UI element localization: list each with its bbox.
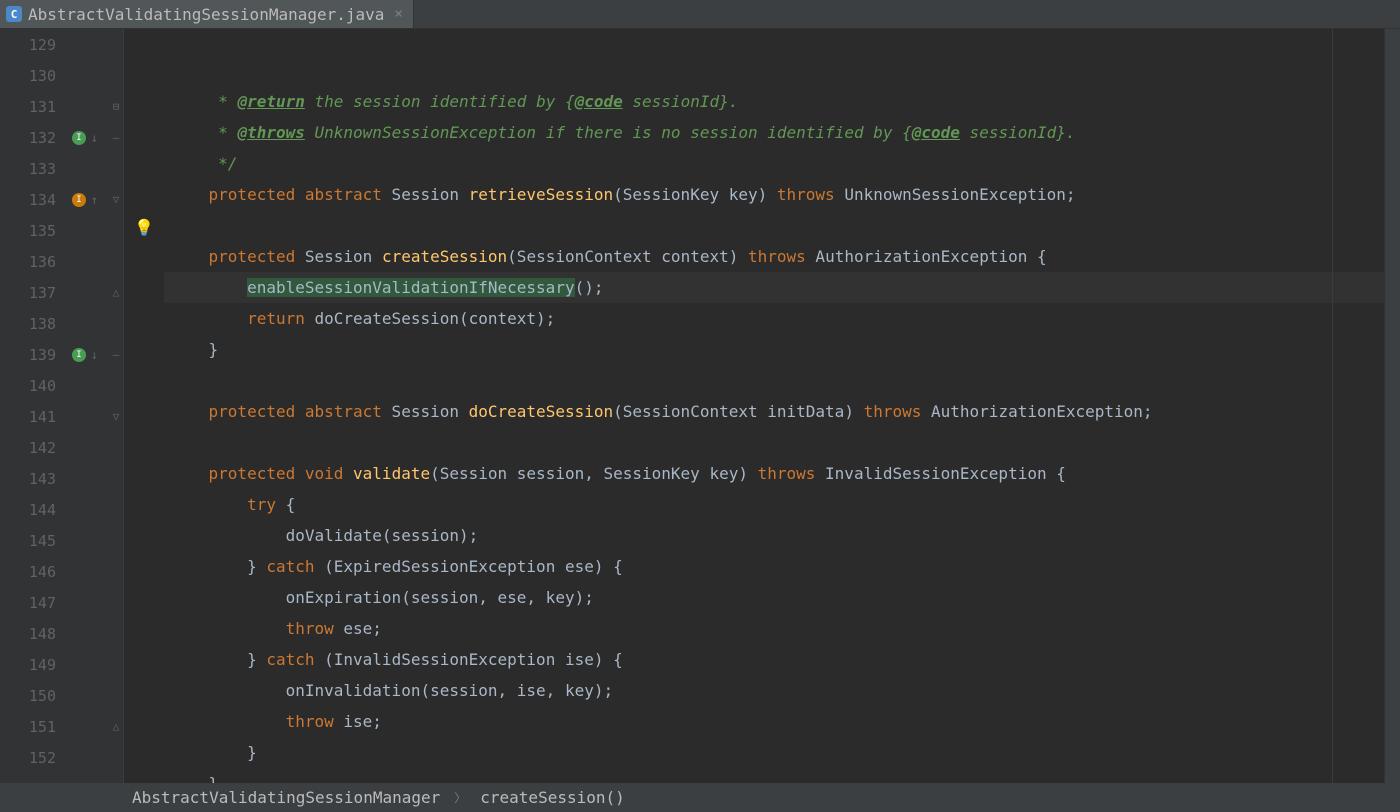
close-icon[interactable]: × [394,6,402,22]
code-line[interactable]: protected abstract Session retrieveSessi… [164,179,1384,210]
code-line[interactable]: doValidate(session); [164,520,1384,551]
code-line[interactable]: } [164,334,1384,365]
breadcrumb-bar: AbstractValidatingSessionManager 〉 creat… [0,783,1400,812]
code-line[interactable]: throw ise; [164,706,1384,737]
line-number[interactable]: 151 [0,711,108,742]
line-number[interactable]: 140 [0,370,108,401]
breadcrumb-class[interactable]: AbstractValidatingSessionManager [132,788,440,807]
code-line[interactable]: protected Session createSession(SessionC… [164,241,1384,272]
breadcrumb-method[interactable]: createSession() [480,788,625,807]
line-number[interactable]: 146 [0,556,108,587]
intention-bulb-icon[interactable]: 💡 [134,218,154,237]
line-number[interactable]: 139I↓ [0,339,108,370]
class-file-icon: C [6,6,22,22]
tab-filename: AbstractValidatingSessionManager.java [28,5,384,24]
code-line[interactable]: onInvalidation(session, ise, key); [164,675,1384,706]
line-number[interactable]: 144 [0,494,108,525]
right-margin-line [1332,29,1333,783]
code-line[interactable]: * @throws UnknownSessionException if the… [164,117,1384,148]
code-line[interactable]: onExpiration(session, ese, key); [164,582,1384,613]
override-marker-icon[interactable]: I [72,131,86,145]
line-number[interactable]: 148 [0,618,108,649]
code-line[interactable]: protected abstract Session doCreateSessi… [164,396,1384,427]
code-line[interactable]: return doCreateSession(context); [164,303,1384,334]
line-number-gutter[interactable]: 129130131132I↓133134I↑135136137138139I↓1… [0,29,108,783]
line-number[interactable]: 133 [0,153,108,184]
fold-toggle-icon[interactable]: ⊟ [110,100,122,113]
line-number[interactable]: 141 [0,401,108,432]
fold-toggle-icon[interactable]: — [110,131,122,144]
fold-column[interactable]: ⊟ — ▽ △ — ▽ △ [108,29,124,783]
code-line[interactable]: protected void validate(Session session,… [164,458,1384,489]
chevron-right-icon: 〉 [454,789,466,806]
code-line[interactable]: } catch (InvalidSessionException ise) { [164,644,1384,675]
editor-tab[interactable]: C AbstractValidatingSessionManager.java … [0,0,414,28]
line-number[interactable]: 130 [0,60,108,91]
code-line[interactable]: } [164,768,1384,783]
arrow-icon: ↓ [91,348,98,362]
fold-toggle-icon[interactable]: ▽ [110,193,122,206]
fold-toggle-icon[interactable]: △ [110,286,122,299]
fold-toggle-icon[interactable]: ▽ [110,410,122,423]
line-number[interactable]: 150 [0,680,108,711]
line-number[interactable]: 152 [0,742,108,773]
code-line[interactable]: */ [164,148,1384,179]
editor: 129130131132I↓133134I↑135136137138139I↓1… [0,29,1400,783]
line-number[interactable]: 138 [0,308,108,339]
code-line[interactable]: throw ese; [164,613,1384,644]
line-number[interactable]: 136 [0,246,108,277]
fold-toggle-icon[interactable]: — [110,348,122,361]
code-line[interactable] [164,210,1384,241]
arrow-icon: ↓ [91,131,98,145]
line-number[interactable]: 143 [0,463,108,494]
arrow-icon: ↑ [91,193,98,207]
intention-column: 💡 [124,29,164,783]
code-line[interactable]: * @return the session identified by {@co… [164,86,1384,117]
code-area[interactable]: * @return the session identified by {@co… [164,29,1384,783]
line-number[interactable]: 137 [0,277,108,308]
line-number[interactable]: 147 [0,587,108,618]
error-stripe[interactable] [1384,29,1400,783]
override-marker-icon[interactable]: I [72,348,86,362]
tab-bar: C AbstractValidatingSessionManager.java … [0,0,1400,29]
line-number[interactable]: 149 [0,649,108,680]
selected-text: enableSessionValidationIfNecessary [247,278,575,297]
line-number[interactable]: 145 [0,525,108,556]
code-line[interactable] [164,365,1384,396]
code-line[interactable]: enableSessionValidationIfNecessary(); [164,272,1384,303]
override-marker-icon[interactable]: I [72,193,86,207]
line-number[interactable]: 129 [0,29,108,60]
line-number[interactable]: 131 [0,91,108,122]
line-number[interactable]: 134I↑ [0,184,108,215]
line-number[interactable]: 135 [0,215,108,246]
code-line[interactable]: } catch (ExpiredSessionException ese) { [164,551,1384,582]
line-number[interactable]: 132I↓ [0,122,108,153]
fold-toggle-icon[interactable]: △ [110,720,122,733]
code-line[interactable]: } [164,737,1384,768]
code-line[interactable]: try { [164,489,1384,520]
line-number[interactable]: 142 [0,432,108,463]
code-line[interactable] [164,427,1384,458]
